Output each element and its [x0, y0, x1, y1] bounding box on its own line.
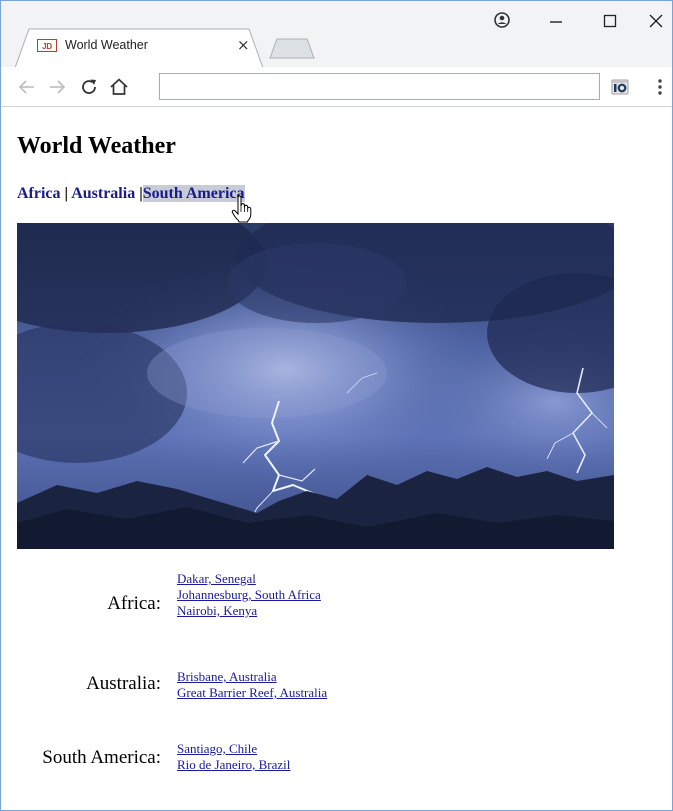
- city-link[interactable]: Great Barrier Reef, Australia: [177, 685, 327, 701]
- nav-link-australia[interactable]: Australia: [71, 185, 135, 202]
- region-label: Australia:: [86, 673, 161, 694]
- city-link[interactable]: Johannesburg, South Africa: [177, 587, 321, 603]
- region-nav: Africa | Australia |South America: [17, 185, 245, 203]
- city-link[interactable]: Brisbane, Australia: [177, 669, 327, 685]
- region-label: South America:: [42, 747, 161, 768]
- city-list: Dakar, Senegal Johannesburg, South Afric…: [177, 571, 321, 619]
- tab-world-weather[interactable]: JD World Weather ×: [15, 28, 263, 68]
- forward-arrow-icon[interactable]: [45, 75, 69, 99]
- reload-icon[interactable]: [77, 75, 101, 99]
- nav-link-africa[interactable]: Africa: [17, 185, 61, 202]
- city-list: Brisbane, Australia Great Barrier Reef, …: [177, 669, 327, 701]
- address-bar[interactable]: [159, 73, 600, 100]
- maximize-icon[interactable]: [596, 9, 624, 33]
- kebab-menu-icon[interactable]: [655, 76, 665, 98]
- page-content: World Weather Africa | Australia |South …: [1, 107, 672, 810]
- new-tab-button[interactable]: [269, 37, 315, 59]
- tab-strip: JD World Weather ×: [1, 1, 672, 68]
- browser-window: JD World Weather × World Weather Africa …: [0, 0, 673, 811]
- city-link[interactable]: Rio de Janeiro, Brazil: [177, 757, 290, 773]
- city-link[interactable]: Santiago, Chile: [177, 741, 290, 757]
- minimize-icon[interactable]: [542, 9, 570, 33]
- city-link[interactable]: Dakar, Senegal: [177, 571, 321, 587]
- region-label: Africa:: [107, 593, 161, 614]
- page-title: World Weather: [17, 133, 176, 159]
- home-icon[interactable]: [107, 75, 131, 99]
- profile-icon[interactable]: [488, 9, 516, 33]
- city-list: Santiago, Chile Rio de Janeiro, Brazil: [177, 741, 290, 773]
- tab-title: World Weather: [65, 38, 148, 52]
- storm-image: [17, 223, 614, 549]
- city-link[interactable]: Nairobi, Kenya: [177, 603, 321, 619]
- browser-toolbar: [1, 67, 672, 107]
- tab-close-icon[interactable]: ×: [237, 36, 250, 54]
- extension-icon[interactable]: [609, 76, 631, 98]
- close-window-icon[interactable]: [642, 9, 670, 33]
- nav-separator: |: [64, 185, 69, 202]
- back-arrow-icon[interactable]: [15, 75, 39, 99]
- favicon-icon: JD: [37, 39, 57, 52]
- nav-link-south-america[interactable]: South America: [142, 185, 245, 202]
